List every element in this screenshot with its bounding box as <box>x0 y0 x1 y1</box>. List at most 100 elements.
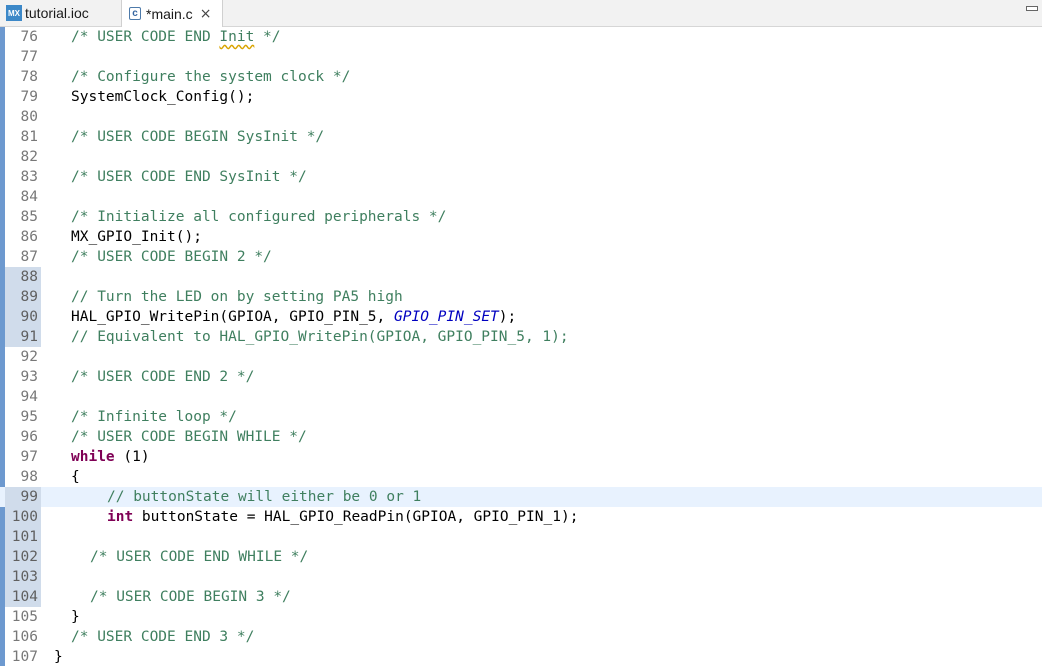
code-token: { <box>71 469 80 485</box>
line-number: 86 <box>20 229 38 245</box>
code-text: MX_GPIO_Init(); <box>71 227 202 247</box>
code-token: // Turn the LED on by setting PA5 high <box>71 289 403 305</box>
line-number: 96 <box>20 429 38 445</box>
line-number: 95 <box>20 409 38 425</box>
tab-tutorial-ioc[interactable]: MX tutorial.ioc <box>0 0 120 26</box>
line-number: 102 <box>5 547 41 567</box>
close-icon[interactable]: × <box>200 6 212 22</box>
code-token: while <box>71 449 115 465</box>
code-line[interactable]: 80 <box>0 107 1042 127</box>
code-token: Init <box>219 29 255 45</box>
c-file-icon: c <box>129 7 141 20</box>
code-line[interactable]: 94 <box>0 387 1042 407</box>
code-line[interactable]: 95 /* Infinite loop */ <box>0 407 1042 427</box>
code-token: } <box>71 609 80 625</box>
code-text: // Turn the LED on by setting PA5 high <box>71 287 403 307</box>
code-line[interactable]: 88 <box>0 267 1042 287</box>
line-number: 105 <box>11 609 38 625</box>
code-token: /* USER CODE BEGIN 3 */ <box>90 589 291 605</box>
code-token: ); <box>498 309 517 325</box>
code-line[interactable]: 97 while (1) <box>0 447 1042 467</box>
code-line[interactable]: 78 /* Configure the system clock */ <box>0 67 1042 87</box>
code-token: SystemClock_Config(); <box>71 89 255 105</box>
code-text: // buttonState will either be 0 or 1 <box>107 487 421 507</box>
code-line[interactable]: 89 // Turn the LED on by setting PA5 high <box>0 287 1042 307</box>
line-number: 92 <box>20 349 38 365</box>
line-number: 94 <box>20 389 38 405</box>
code-line[interactable]: 82 <box>0 147 1042 167</box>
code-text: /* USER CODE END Init */ <box>71 27 281 47</box>
line-number: 98 <box>20 469 38 485</box>
code-line[interactable]: 87 /* USER CODE BEGIN 2 */ <box>0 247 1042 267</box>
code-line[interactable]: 86 MX_GPIO_Init(); <box>0 227 1042 247</box>
code-text: // Equivalent to HAL_GPIO_WritePin(GPIOA… <box>71 327 569 347</box>
code-line[interactable]: 90 HAL_GPIO_WritePin(GPIOA, GPIO_PIN_5, G… <box>0 307 1042 327</box>
line-number: 104 <box>5 587 41 607</box>
editor-tab-bar: MX tutorial.ioc c *main.c × <box>0 0 1042 27</box>
code-token: /* USER CODE BEGIN WHILE */ <box>71 429 307 445</box>
code-text: int buttonState = HAL_GPIO_ReadPin(GPIOA… <box>107 507 578 527</box>
code-text: SystemClock_Config(); <box>71 87 254 107</box>
code-line[interactable]: 107} <box>0 647 1042 666</box>
code-token: /* Infinite loop */ <box>71 409 237 425</box>
code-token: /* USER CODE BEGIN 2 */ <box>71 249 272 265</box>
code-text: /* USER CODE END 3 */ <box>71 627 254 647</box>
code-line[interactable]: 77 <box>0 47 1042 67</box>
code-token: /* USER CODE END SysInit */ <box>71 169 307 185</box>
code-text: /* Configure the system clock */ <box>71 67 350 87</box>
code-line[interactable]: 93 /* USER CODE END 2 */ <box>0 367 1042 387</box>
code-text: /* USER CODE END SysInit */ <box>71 167 307 187</box>
code-token: } <box>54 649 63 665</box>
code-line[interactable]: 84 <box>0 187 1042 207</box>
code-line[interactable]: 103 <box>0 567 1042 587</box>
line-number: 83 <box>20 169 38 185</box>
line-number: 80 <box>20 109 38 125</box>
code-line[interactable]: 106 /* USER CODE END 3 */ <box>0 627 1042 647</box>
code-line[interactable]: 96 /* USER CODE BEGIN WHILE */ <box>0 427 1042 447</box>
code-text: } <box>71 607 80 627</box>
code-line[interactable]: 104 /* USER CODE BEGIN 3 */ <box>0 587 1042 607</box>
code-text: HAL_GPIO_WritePin(GPIOA, GPIO_PIN_5, GPI… <box>71 307 516 327</box>
code-line[interactable]: 105} <box>0 607 1042 627</box>
line-number: 97 <box>20 449 38 465</box>
code-line[interactable]: 102 /* USER CODE END WHILE */ <box>0 547 1042 567</box>
code-line[interactable]: 79 SystemClock_Config(); <box>0 87 1042 107</box>
code-line[interactable]: 76 /* USER CODE END Init */ <box>0 27 1042 47</box>
code-line[interactable]: 83 /* USER CODE END SysInit */ <box>0 167 1042 187</box>
code-text: /* USER CODE BEGIN SysInit */ <box>71 127 324 147</box>
code-text: /* Initialize all configured peripherals… <box>71 207 446 227</box>
code-text: /* USER CODE BEGIN 3 */ <box>90 587 291 607</box>
line-number: 82 <box>20 149 38 165</box>
code-token: */ <box>254 29 281 45</box>
code-text: /* Infinite loop */ <box>71 407 237 427</box>
code-lines: 76 /* USER CODE END Init */ 77 78 /* Configu… <box>0 27 1042 666</box>
line-number: 87 <box>20 249 38 265</box>
code-line[interactable]: 85 /* Initialize all configured periphera… <box>0 207 1042 227</box>
code-line[interactable]: 92 <box>0 347 1042 367</box>
code-editor[interactable]: 76 /* USER CODE END Init */ 77 78 /* Configu… <box>0 27 1042 666</box>
code-token: // Equivalent to HAL_GPIO_WritePin(GPIOA… <box>71 329 569 345</box>
code-token: MX_GPIO_Init(); <box>71 229 202 245</box>
code-line[interactable]: 99 // buttonState will either be 0 or 1 <box>0 487 1042 507</box>
line-number: 106 <box>11 629 38 645</box>
line-number: 101 <box>5 527 41 547</box>
code-text: { <box>71 467 80 487</box>
code-line[interactable]: 81 /* USER CODE BEGIN SysInit */ <box>0 127 1042 147</box>
code-line[interactable]: 98 { <box>0 467 1042 487</box>
code-line[interactable]: 100 int buttonState = HAL_GPIO_ReadPin(GP… <box>0 507 1042 527</box>
line-number: 93 <box>20 369 38 385</box>
line-number: 81 <box>20 129 38 145</box>
tab-label: tutorial.ioc <box>25 5 89 21</box>
line-number: 76 <box>20 29 38 45</box>
tab-main-c[interactable]: c *main.c × <box>121 0 223 27</box>
code-line[interactable]: 101 <box>0 527 1042 547</box>
minimize-icon[interactable] <box>1026 6 1038 11</box>
code-line[interactable]: 91 // Equivalent to HAL_GPIO_WritePin(GPI… <box>0 327 1042 347</box>
line-number: 78 <box>20 69 38 85</box>
line-number: 84 <box>20 189 38 205</box>
code-token: /* Initialize all configured peripherals… <box>71 209 447 225</box>
code-text: /* USER CODE BEGIN 2 */ <box>71 247 272 267</box>
line-number: 88 <box>5 267 41 287</box>
line-number: 107 <box>11 649 38 665</box>
code-text: while (1) <box>71 447 150 467</box>
